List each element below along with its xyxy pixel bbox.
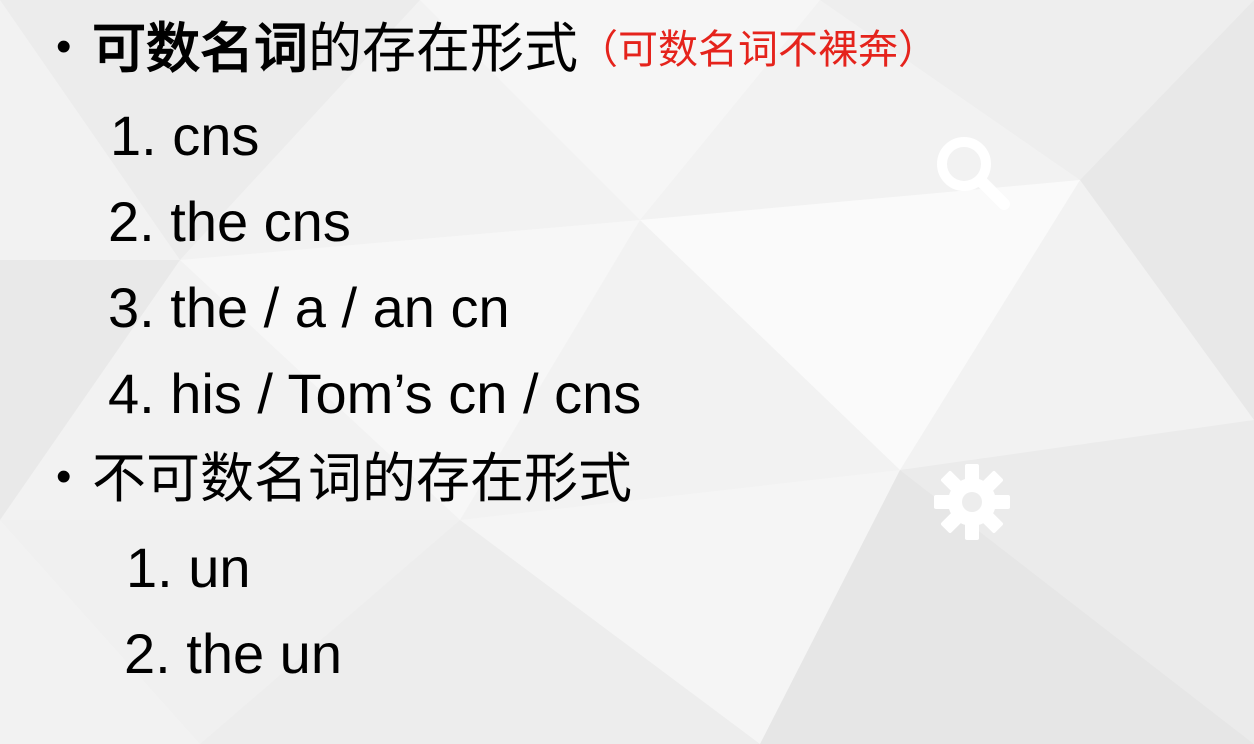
section-heading-uncountable: • 不可数名词的存在形式 (56, 452, 632, 506)
heading-bold-text: 不可数名词 (92, 449, 362, 509)
heading-note: （可数名词不裸奔） (578, 28, 938, 72)
list-item: 1. cns (110, 104, 260, 167)
list-item: 4. his / Tom’s cn / cns (108, 362, 642, 425)
bullet: • (56, 22, 72, 71)
list-item: 2. the cns (108, 190, 351, 253)
list-item: 3. the / a / an cn (108, 276, 510, 339)
gear-icon (934, 464, 1010, 540)
bullet: • (56, 452, 72, 501)
list-item: 2. the un (124, 622, 342, 685)
heading-bold-text: 可数名词 (92, 19, 308, 79)
heading-rest-text: 的存在形式 (362, 449, 632, 509)
section-heading-countable: • 可数名词的存在形式（可数名词不裸奔） (56, 22, 938, 76)
slide-content: • 可数名词的存在形式（可数名词不裸奔） 1. cns 2. the cns 3.… (0, 0, 1254, 744)
search-icon (937, 137, 1010, 210)
heading-rest-text: 的存在形式 (308, 19, 578, 79)
list-item: 1. un (126, 536, 251, 599)
